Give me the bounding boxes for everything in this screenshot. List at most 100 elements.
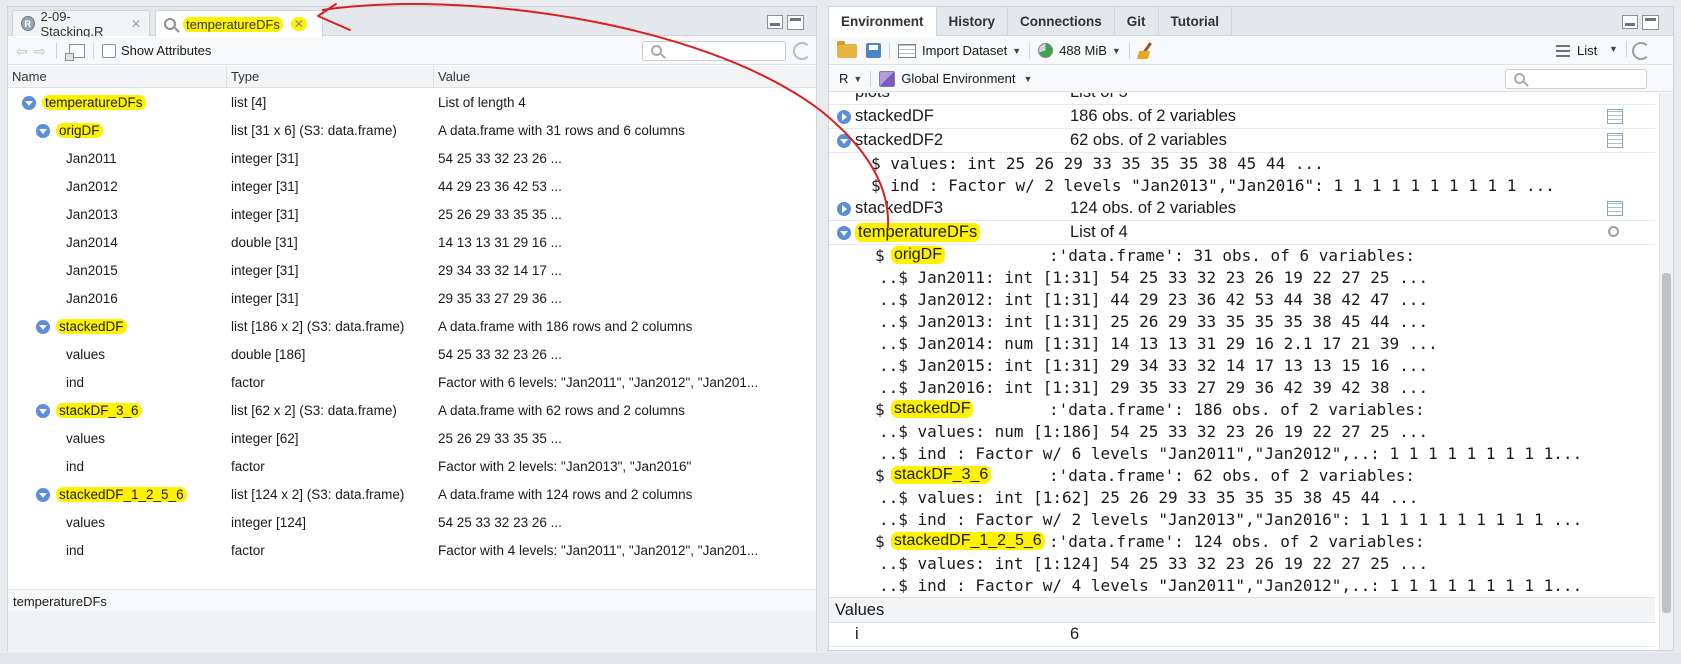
chevron-down-icon[interactable] <box>36 404 50 418</box>
view-mode-button[interactable]: List <box>1577 43 1597 58</box>
chevron-down-icon[interactable]: ▼ <box>1609 44 1618 54</box>
chevron-right-icon[interactable] <box>837 110 851 124</box>
table-icon[interactable] <box>1607 109 1623 124</box>
explorer-row[interactable]: Jan2016 integer [31] 29 35 33 27 29 36 ... <box>8 285 816 313</box>
explorer-row[interactable]: values integer [124] 54 25 33 32 23 26 ... <box>8 509 816 537</box>
chevron-down-icon[interactable] <box>22 96 36 110</box>
row-type: integer [31] <box>231 291 299 306</box>
table-icon[interactable] <box>1607 201 1623 216</box>
explorer-row[interactable]: Jan2011 integer [31] 54 25 33 32 23 26 ... <box>8 145 816 173</box>
structure-text: ..$ Jan2011: int [1:31] 54 25 33 32 23 2… <box>879 268 1429 287</box>
back-arrow-icon[interactable]: ⇦ <box>16 44 30 58</box>
explorer-row[interactable]: ind factor Factor with 6 levels: "Jan2011"… <box>8 369 816 397</box>
explorer-row[interactable]: Jan2014 double [31] 14 13 13 31 29 16 ... <box>8 229 816 257</box>
minimize-pane-button[interactable] <box>767 15 783 29</box>
explorer-row[interactable]: stackedDF list [186 x 2] (S3: data.frame)… <box>8 313 816 341</box>
environment-row-partial[interactable]: plots List of 5 <box>829 93 1655 105</box>
environment-object-row[interactable]: stackedDF3 124 obs. of 2 variables <box>829 197 1655 221</box>
chevron-down-icon[interactable]: ▼ <box>1023 74 1032 84</box>
show-attributes-checkbox[interactable] <box>102 43 116 58</box>
vertical-scrollbar[interactable] <box>1659 93 1673 650</box>
chevron-down-icon[interactable]: ▼ <box>1012 46 1021 56</box>
refresh-icon[interactable] <box>1632 42 1650 60</box>
pane-window-controls <box>1622 15 1659 30</box>
explorer-row[interactable]: stackDF_3_6 list [62 x 2] (S3: data.frame… <box>8 397 816 425</box>
column-header-name[interactable]: Name <box>12 69 47 84</box>
tab-git[interactable]: Git <box>1115 7 1159 36</box>
explorer-row[interactable]: temperatureDFs list [4] List of length 4 <box>8 89 816 117</box>
tab-connections[interactable]: Connections <box>1008 7 1115 36</box>
chevron-down-icon[interactable]: ▼ <box>1112 46 1121 56</box>
environment-search-input[interactable] <box>1505 69 1647 89</box>
table-icon[interactable] <box>1607 133 1623 148</box>
explorer-row[interactable]: values double [186] 54 25 33 32 23 26 ... <box>8 341 816 369</box>
explorer-row[interactable]: stackedDF_1_2_5_6 list [124 x 2] (S3: dat… <box>8 481 816 509</box>
tab-history[interactable]: History <box>937 7 1009 36</box>
toolbar-divider <box>1128 42 1130 59</box>
row-value: A data.frame with 124 rows and 2 columns <box>438 487 693 502</box>
column-header-value[interactable]: Value <box>438 69 470 84</box>
explorer-row[interactable]: Jan2015 integer [31] 29 34 33 32 14 17 ... <box>8 257 816 285</box>
structure-text: ..$ values: num [1:186] 54 25 33 32 23 2… <box>879 422 1429 441</box>
chevron-down-icon[interactable] <box>36 488 50 502</box>
structure-text: ..$ ind : Factor w/ 4 levels "Jan2011","… <box>879 576 1583 595</box>
environment-icon <box>879 70 896 87</box>
row-value: Factor with 4 levels: "Jan2011", "Jan201… <box>438 543 759 558</box>
memory-usage-button[interactable]: 488 MiB <box>1059 43 1107 58</box>
row-name: origDF <box>56 123 103 138</box>
save-icon[interactable] <box>866 43 881 58</box>
object-name: temperatureDFs <box>855 223 981 242</box>
row-value: A data.frame with 62 rows and 2 columns <box>438 403 685 418</box>
search-icon[interactable] <box>1608 226 1619 237</box>
minimize-pane-button[interactable] <box>1622 15 1638 29</box>
broom-icon[interactable] <box>1138 42 1156 60</box>
explorer-search-input[interactable] <box>642 41 786 61</box>
chevron-down-icon[interactable] <box>837 134 851 148</box>
row-value: Factor with 6 levels: "Jan2011", "Jan201… <box>438 375 759 390</box>
explorer-row[interactable]: origDF list [31 x 6] (S3: data.frame) A da… <box>8 117 816 145</box>
import-dataset-button[interactable]: Import Dataset <box>922 43 1007 58</box>
forward-arrow-icon[interactable]: ⇨ <box>34 44 48 58</box>
maximize-pane-button[interactable] <box>787 15 804 30</box>
explorer-row[interactable]: ind factor Factor with 2 levels: "Jan2013"… <box>8 453 816 481</box>
values-section-header: Values <box>829 597 1655 623</box>
explorer-row[interactable]: ind factor Factor with 4 levels: "Jan2011"… <box>8 537 816 565</box>
tab-environment[interactable]: Environment <box>829 7 937 36</box>
structure-text: :'data.frame': 31 obs. of 6 variables: <box>1049 246 1416 265</box>
explorer-status-bar: temperatureDFs <box>8 589 816 611</box>
tab-tutorial[interactable]: Tutorial <box>1159 7 1233 36</box>
tab-2-09-stacking[interactable]: R 2-09-Stacking.R ✕ <box>12 8 150 39</box>
environment-object-row[interactable]: stackedDF2 62 obs. of 2 variables <box>829 129 1655 153</box>
environment-value-row[interactable]: i6 <box>829 623 1655 647</box>
chevron-down-icon[interactable] <box>36 124 50 138</box>
close-icon[interactable]: ✕ <box>290 17 307 31</box>
popout-icon[interactable] <box>65 43 85 61</box>
tab-temperaturedfs[interactable]: temperatureDFs ✕ <box>155 10 323 37</box>
environment-select[interactable]: Global Environment <box>901 71 1015 86</box>
language-select[interactable]: R <box>839 71 848 86</box>
refresh-icon[interactable] <box>793 42 811 60</box>
row-type: integer [124] <box>231 515 307 530</box>
maximize-pane-button[interactable] <box>1642 15 1659 30</box>
column-header-type[interactable]: Type <box>231 69 259 84</box>
row-name: Jan2011 <box>66 151 117 166</box>
environment-object-row[interactable]: temperatureDFs List of 4 <box>829 221 1655 245</box>
tab-label: 2-09-Stacking.R <box>40 8 104 39</box>
close-icon[interactable]: ✕ <box>131 17 141 31</box>
chevron-right-icon[interactable] <box>837 202 851 216</box>
explorer-row[interactable]: Jan2013 integer [31] 25 26 29 33 35 35 ... <box>8 201 816 229</box>
pane-bottom-area <box>8 611 816 652</box>
toolbar-divider <box>1626 41 1627 57</box>
column-divider[interactable] <box>226 66 227 88</box>
structure-prefix: $ <box>875 400 885 419</box>
chevron-down-icon[interactable]: ▼ <box>853 74 862 84</box>
environment-object-row[interactable]: stackedDF 186 obs. of 2 variables <box>829 105 1655 129</box>
explorer-row[interactable]: Jan2012 integer [31] 44 29 23 36 42 53 ... <box>8 173 816 201</box>
chevron-down-icon[interactable] <box>837 226 851 240</box>
chevron-down-icon[interactable] <box>36 320 50 334</box>
scrollbar-thumb[interactable] <box>1662 273 1671 613</box>
column-divider[interactable] <box>433 66 434 88</box>
explorer-row[interactable]: values integer [62] 25 26 29 33 35 35 ... <box>8 425 816 453</box>
open-folder-icon[interactable] <box>837 40 857 58</box>
structure-text: ..$ ind : Factor w/ 6 levels "Jan2011","… <box>879 444 1583 463</box>
